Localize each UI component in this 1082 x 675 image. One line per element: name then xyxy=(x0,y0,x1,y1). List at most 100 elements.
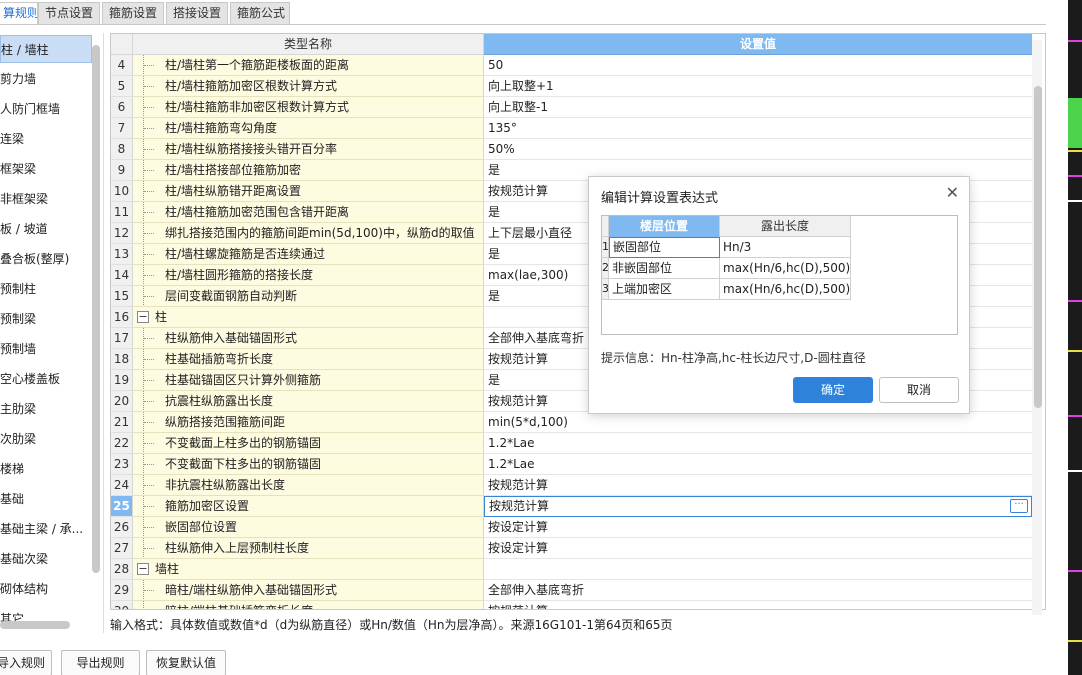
type-name-label: 柱/墙柱箍筋弯勾角度 xyxy=(165,121,278,135)
type-name-cell: 柱/墙柱螺旋箍筋是否连续通过 xyxy=(133,244,484,265)
setting-value-cell[interactable]: 按规范计算 xyxy=(484,601,1032,609)
tab-stirrup-formula[interactable]: 箍筋公式 xyxy=(230,2,290,24)
setting-value-text: min(5*d,100) xyxy=(488,415,568,429)
setting-value-cell[interactable]: 向上取整-1 xyxy=(484,97,1032,118)
left-list-item[interactable]: 预制梁 xyxy=(0,305,92,333)
collapse-toggle-icon[interactable]: − xyxy=(137,563,149,575)
setting-value-text: 全部伸入基底弯折 xyxy=(488,583,585,597)
left-list-item[interactable]: 基础次梁 xyxy=(0,545,92,573)
left-list-item[interactable]: 叠合板(整厚) xyxy=(0,245,92,273)
row-number: 22 xyxy=(111,433,133,454)
tree-guide-line xyxy=(143,454,155,474)
export-rules-button[interactable]: 导出规则 xyxy=(61,650,140,675)
left-list-item[interactable]: 砌体结构 xyxy=(0,575,92,603)
more-options-icon[interactable]: ··· xyxy=(1010,499,1028,513)
dialog-tip: 提示信息：Hn-柱净高,hc-柱长边尺寸,D-圆柱直径 xyxy=(601,351,866,365)
setting-value-text: 按设定计算 xyxy=(488,541,549,555)
left-list-item[interactable]: 板 / 坡道 xyxy=(0,215,92,243)
left-list-item[interactable]: 次肋梁 xyxy=(0,425,92,453)
row-number: 28 xyxy=(111,559,133,580)
tree-guide-line xyxy=(143,370,155,390)
grid-row[interactable]: 6 柱/墙柱箍筋非加密区根数计算方式 向上取整-1 xyxy=(111,97,1032,118)
type-name-label: 柱纵筋伸入上层预制柱长度 xyxy=(165,541,310,555)
expression-row[interactable]: 1 嵌固部位 Hn/3 xyxy=(602,237,851,258)
setting-value-cell[interactable]: 1.2*Lae xyxy=(484,433,1032,454)
grid-row[interactable]: 26 嵌固部位设置 按设定计算 xyxy=(111,517,1032,538)
setting-value-cell[interactable]: 1.2*Lae xyxy=(484,454,1032,475)
type-name-cell: 柱/墙柱箍筋加密区根数计算方式 xyxy=(133,76,484,97)
floor-position-cell[interactable]: 上端加密区 xyxy=(609,279,720,300)
setting-value-cell[interactable]: 50% xyxy=(484,139,1032,160)
tree-guide-line xyxy=(143,433,155,453)
setting-value-cell[interactable]: 全部伸入基底弯折 xyxy=(484,580,1032,601)
tab-divider xyxy=(0,24,1046,25)
grid-header: 类型名称 设置值 xyxy=(111,34,1045,55)
setting-value-cell[interactable] xyxy=(484,559,1032,580)
type-name-cell: 嵌固部位设置 xyxy=(133,517,484,538)
grid-row[interactable]: 8 柱/墙柱纵筋搭接接头错开百分率 50% xyxy=(111,139,1032,160)
type-name-label: 柱/墙柱箍筋非加密区根数计算方式 xyxy=(165,100,350,114)
left-list-item[interactable]: 主肋梁 xyxy=(0,395,92,423)
left-list-item[interactable]: 基础 xyxy=(0,485,92,513)
grid-row[interactable]: 23 不变截面下柱多出的钢筋锚固 1.2*Lae xyxy=(111,454,1032,475)
left-list-item[interactable]: 框架梁 xyxy=(0,155,92,183)
cancel-button[interactable]: 取消 xyxy=(879,377,959,403)
left-list-item[interactable]: 预制墙 xyxy=(0,335,92,363)
setting-value-cell[interactable]: 向上取整+1 xyxy=(484,76,1032,97)
tab-node-settings[interactable]: 节点设置 xyxy=(38,2,100,24)
setting-value-text: 按规范计算 xyxy=(488,604,548,609)
expression-row[interactable]: 2 非嵌固部位 max(Hn/6,hc(D),500) xyxy=(602,258,851,279)
left-list-item[interactable]: 非框架梁 xyxy=(0,185,92,213)
header-setting-value: 设置值 xyxy=(484,34,1032,55)
grid-scrollbar[interactable] xyxy=(1034,86,1042,408)
grid-row[interactable]: 4 柱/墙柱第一个箍筋距楼板面的距离 50 xyxy=(111,55,1032,76)
left-list-item[interactable]: 连梁 xyxy=(0,125,92,153)
grid-row[interactable]: 25 箍筋加密区设置 按规范计算 ··· xyxy=(111,496,1032,517)
left-list-item[interactable]: 柱 / 墙柱 xyxy=(0,35,92,63)
setting-value-cell[interactable]: 135° xyxy=(484,118,1032,139)
setting-value-cell[interactable]: 按规范计算 ··· xyxy=(484,496,1032,517)
floor-position-cell[interactable]: 非嵌固部位 xyxy=(609,258,720,279)
exposed-length-cell[interactable]: max(Hn/6,hc(D),500) xyxy=(720,258,851,279)
left-list-item[interactable]: 空心楼盖板 xyxy=(0,365,92,393)
expression-row[interactable]: 3 上端加密区 max(Hn/6,hc(D),500) xyxy=(602,279,851,300)
setting-value-cell[interactable]: 按设定计算 xyxy=(484,517,1032,538)
tab-calc-rules[interactable]: 算规则 xyxy=(0,2,38,25)
left-list-item[interactable]: 剪力墙 xyxy=(0,65,92,93)
left-list-scrollbar[interactable] xyxy=(92,45,100,573)
row-number: 18 xyxy=(111,349,133,370)
left-list-item[interactable]: 基础主梁 / 承... xyxy=(0,515,92,543)
setting-value-cell[interactable]: 50 xyxy=(484,55,1032,76)
left-list-item[interactable]: 预制柱 xyxy=(0,275,92,303)
close-icon[interactable]: ✕ xyxy=(946,183,959,202)
grid-row[interactable]: 22 不变截面上柱多出的钢筋锚固 1.2*Lae xyxy=(111,433,1032,454)
grid-row[interactable]: 7 柱/墙柱箍筋弯勾角度 135° xyxy=(111,118,1032,139)
grid-row[interactable]: 29 暗柱/端柱纵筋伸入基础锚固形式 全部伸入基底弯折 xyxy=(111,580,1032,601)
grid-row[interactable]: 21 纵筋搭接范围箍筋间距 min(5*d,100) xyxy=(111,412,1032,433)
restore-defaults-button[interactable]: 恢复默认值 xyxy=(146,650,226,675)
floor-position-cell[interactable]: 嵌固部位 xyxy=(609,237,720,258)
exposed-length-cell[interactable]: max(Hn/6,hc(D),500) xyxy=(720,279,851,300)
import-rules-button[interactable]: 导入规则 xyxy=(0,650,52,675)
setting-value-text: 按规范计算 xyxy=(488,184,549,198)
grid-group-row[interactable]: 28− 墙柱 xyxy=(111,559,1032,580)
grid-row[interactable]: 30 暗柱/端柱基础插筋弯折长度 按规范计算 xyxy=(111,601,1032,609)
grid-row[interactable]: 5 柱/墙柱箍筋加密区根数计算方式 向上取整+1 xyxy=(111,76,1032,97)
type-name-label: 箍筋加密区设置 xyxy=(165,499,250,513)
tab-lap-settings[interactable]: 搭接设置 xyxy=(166,2,228,24)
row-number: 13 xyxy=(111,244,133,265)
confirm-button[interactable]: 确定 xyxy=(793,377,873,403)
left-list-hscrollbar[interactable] xyxy=(0,621,70,629)
left-list-item[interactable]: 楼梯 xyxy=(0,455,92,483)
type-name-label: 柱/墙柱纵筋搭接接头错开百分率 xyxy=(165,142,338,156)
tab-stirrup-settings[interactable]: 箍筋设置 xyxy=(102,2,164,24)
setting-value-cell[interactable]: 按规范计算 xyxy=(484,475,1032,496)
grid-row[interactable]: 24 非抗震柱纵筋露出长度 按规范计算 xyxy=(111,475,1032,496)
grid-row[interactable]: 27 柱纵筋伸入上层预制柱长度 按设定计算 xyxy=(111,538,1032,559)
left-list-item[interactable]: 人防门框墙 xyxy=(0,95,92,123)
setting-value-cell[interactable]: 按设定计算 xyxy=(484,538,1032,559)
strip-mark xyxy=(1068,150,1082,152)
setting-value-cell[interactable]: min(5*d,100) xyxy=(484,412,1032,433)
collapse-toggle-icon[interactable]: − xyxy=(137,311,149,323)
exposed-length-cell[interactable]: Hn/3 xyxy=(720,237,851,258)
